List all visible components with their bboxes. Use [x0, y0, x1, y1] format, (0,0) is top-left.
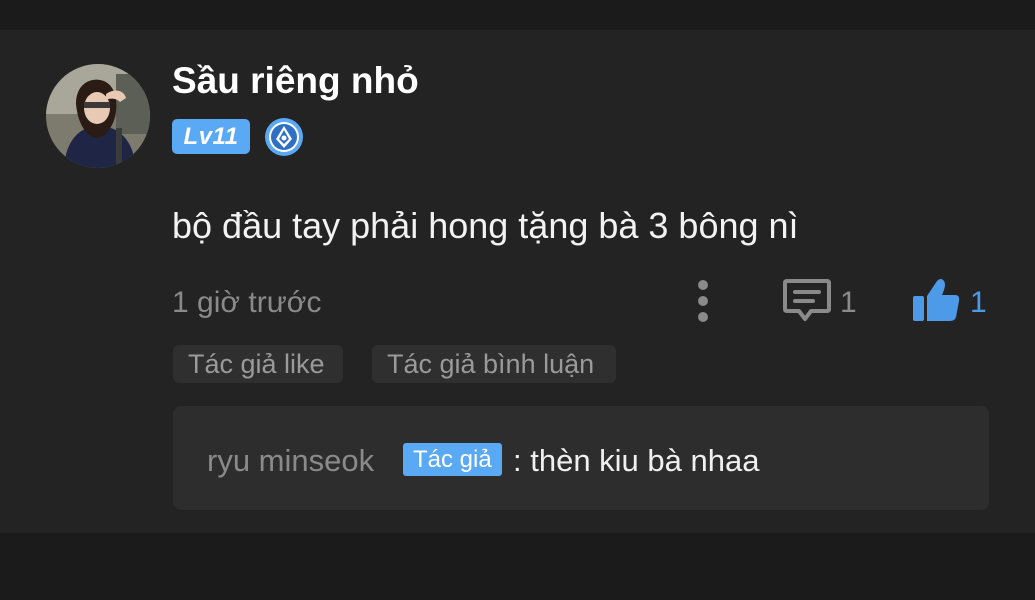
- like-count: 1: [970, 286, 987, 319]
- more-options-icon[interactable]: [690, 278, 716, 324]
- comment-icon[interactable]: [781, 276, 833, 324]
- author-badge: Tác giả: [403, 443, 502, 476]
- top-strip: [0, 0, 1035, 30]
- tag-author-like: Tác giả like: [173, 345, 343, 383]
- avatar[interactable]: [46, 64, 150, 168]
- timestamp: 1 giờ trước: [172, 286, 322, 319]
- comment-text: bộ đầu tay phải hong tặng bà 3 bông nì: [172, 205, 799, 246]
- username[interactable]: Sầu riêng nhỏ: [172, 60, 419, 102]
- reply-text: : thèn kiu bà nhaa: [513, 443, 760, 478]
- reply-author[interactable]: ryu minseok: [207, 443, 374, 479]
- bottom-strip: [0, 533, 1035, 600]
- medal-icon: [264, 117, 304, 157]
- level-badge: Lv11: [172, 119, 250, 154]
- tag-author-comment: Tác giả bình luận: [372, 345, 616, 383]
- thumbs-up-icon[interactable]: [910, 276, 962, 324]
- reply-count: 1: [840, 286, 857, 319]
